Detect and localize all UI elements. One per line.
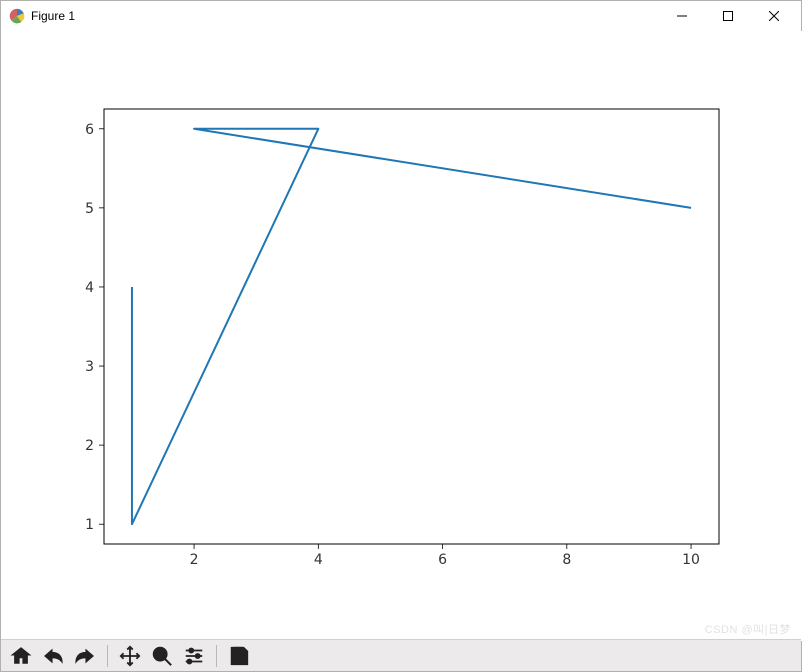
window-close-button[interactable] (751, 1, 797, 31)
x-tick-label: 10 (682, 552, 700, 568)
y-tick-label: 3 (85, 359, 94, 375)
x-tick-label: 8 (562, 552, 571, 568)
window-title: Figure 1 (31, 9, 75, 23)
configure-subplots-button[interactable] (179, 642, 209, 670)
save-button[interactable] (224, 642, 254, 670)
figure-canvas[interactable]: 246810 123456 (1, 31, 802, 641)
home-button[interactable] (6, 642, 36, 670)
window-titlebar: Figure 1 (1, 1, 801, 31)
back-button[interactable] (38, 642, 68, 670)
line-series (132, 129, 691, 524)
toolbar-separator (107, 645, 108, 667)
zoom-button[interactable] (147, 642, 177, 670)
nav-toolbar (1, 639, 801, 671)
y-tick-label: 5 (85, 201, 94, 217)
y-tick-label: 1 (85, 517, 94, 533)
y-tick-label: 2 (85, 438, 94, 454)
y-tick-label: 6 (85, 122, 94, 138)
forward-button[interactable] (70, 642, 100, 670)
toolbar-separator (216, 645, 217, 667)
axes-frame (104, 109, 719, 544)
x-tick-label: 4 (314, 552, 323, 568)
window-minimize-button[interactable] (659, 1, 705, 31)
app-icon (9, 8, 25, 24)
pan-button[interactable] (115, 642, 145, 670)
y-tick-label: 4 (85, 280, 94, 296)
x-tick-label: 6 (438, 552, 447, 568)
x-tick-label: 2 (190, 552, 199, 568)
window-maximize-button[interactable] (705, 1, 751, 31)
